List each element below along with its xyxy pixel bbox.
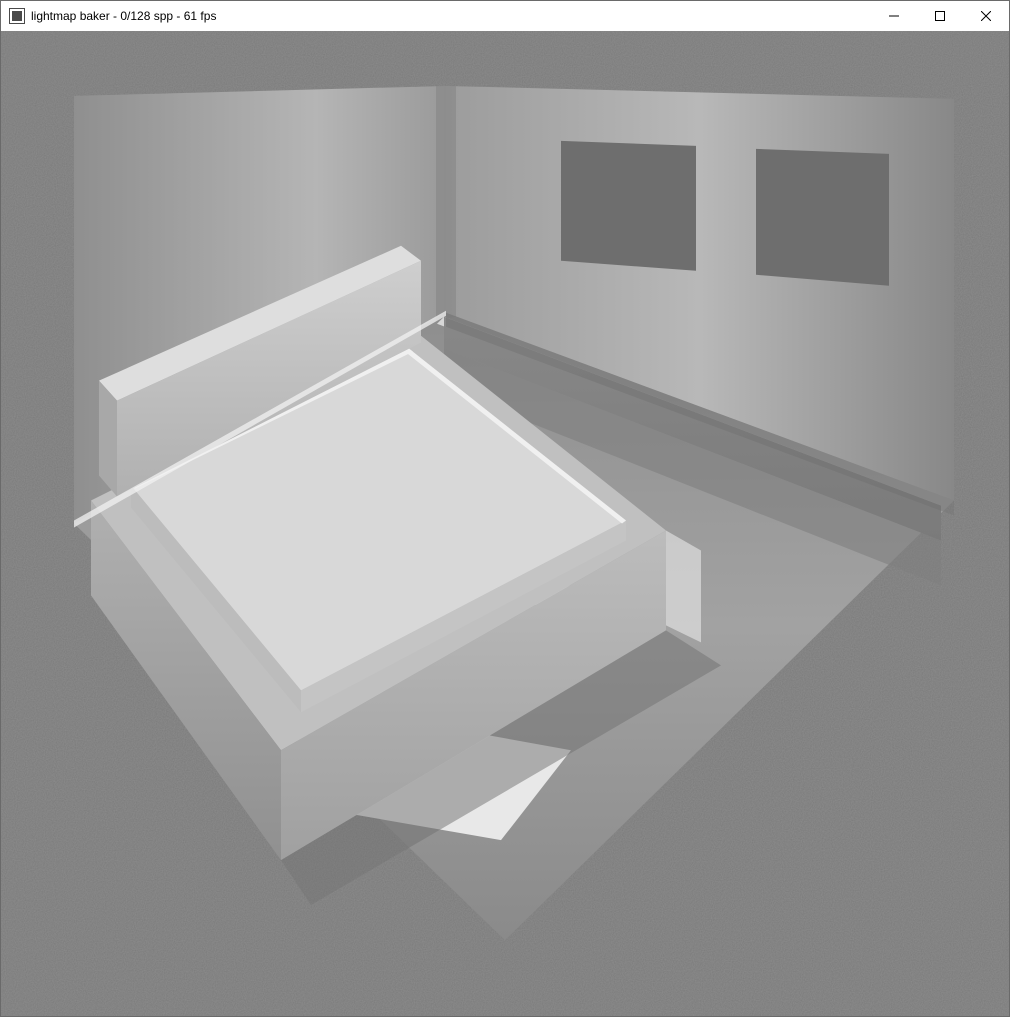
application-window: lightmap baker - 0/128 spp - 61 fps xyxy=(0,0,1010,1017)
close-icon xyxy=(981,11,991,21)
render-client-area xyxy=(1,31,1009,1016)
minimize-icon xyxy=(889,11,899,21)
window-titlebar[interactable]: lightmap baker - 0/128 spp - 61 fps xyxy=(1,1,1009,31)
scene-window-2 xyxy=(756,149,889,286)
window-title: lightmap baker - 0/128 spp - 61 fps xyxy=(31,9,216,23)
render-scene-svg xyxy=(1,31,1009,1016)
maximize-button[interactable] xyxy=(917,1,963,31)
minimize-button[interactable] xyxy=(871,1,917,31)
app-icon xyxy=(9,8,25,24)
wall-corner-shadow xyxy=(436,86,456,321)
close-button[interactable] xyxy=(963,1,1009,31)
scene-window-1 xyxy=(561,141,696,271)
render-viewport[interactable] xyxy=(1,31,1009,1016)
maximize-icon xyxy=(935,11,945,21)
